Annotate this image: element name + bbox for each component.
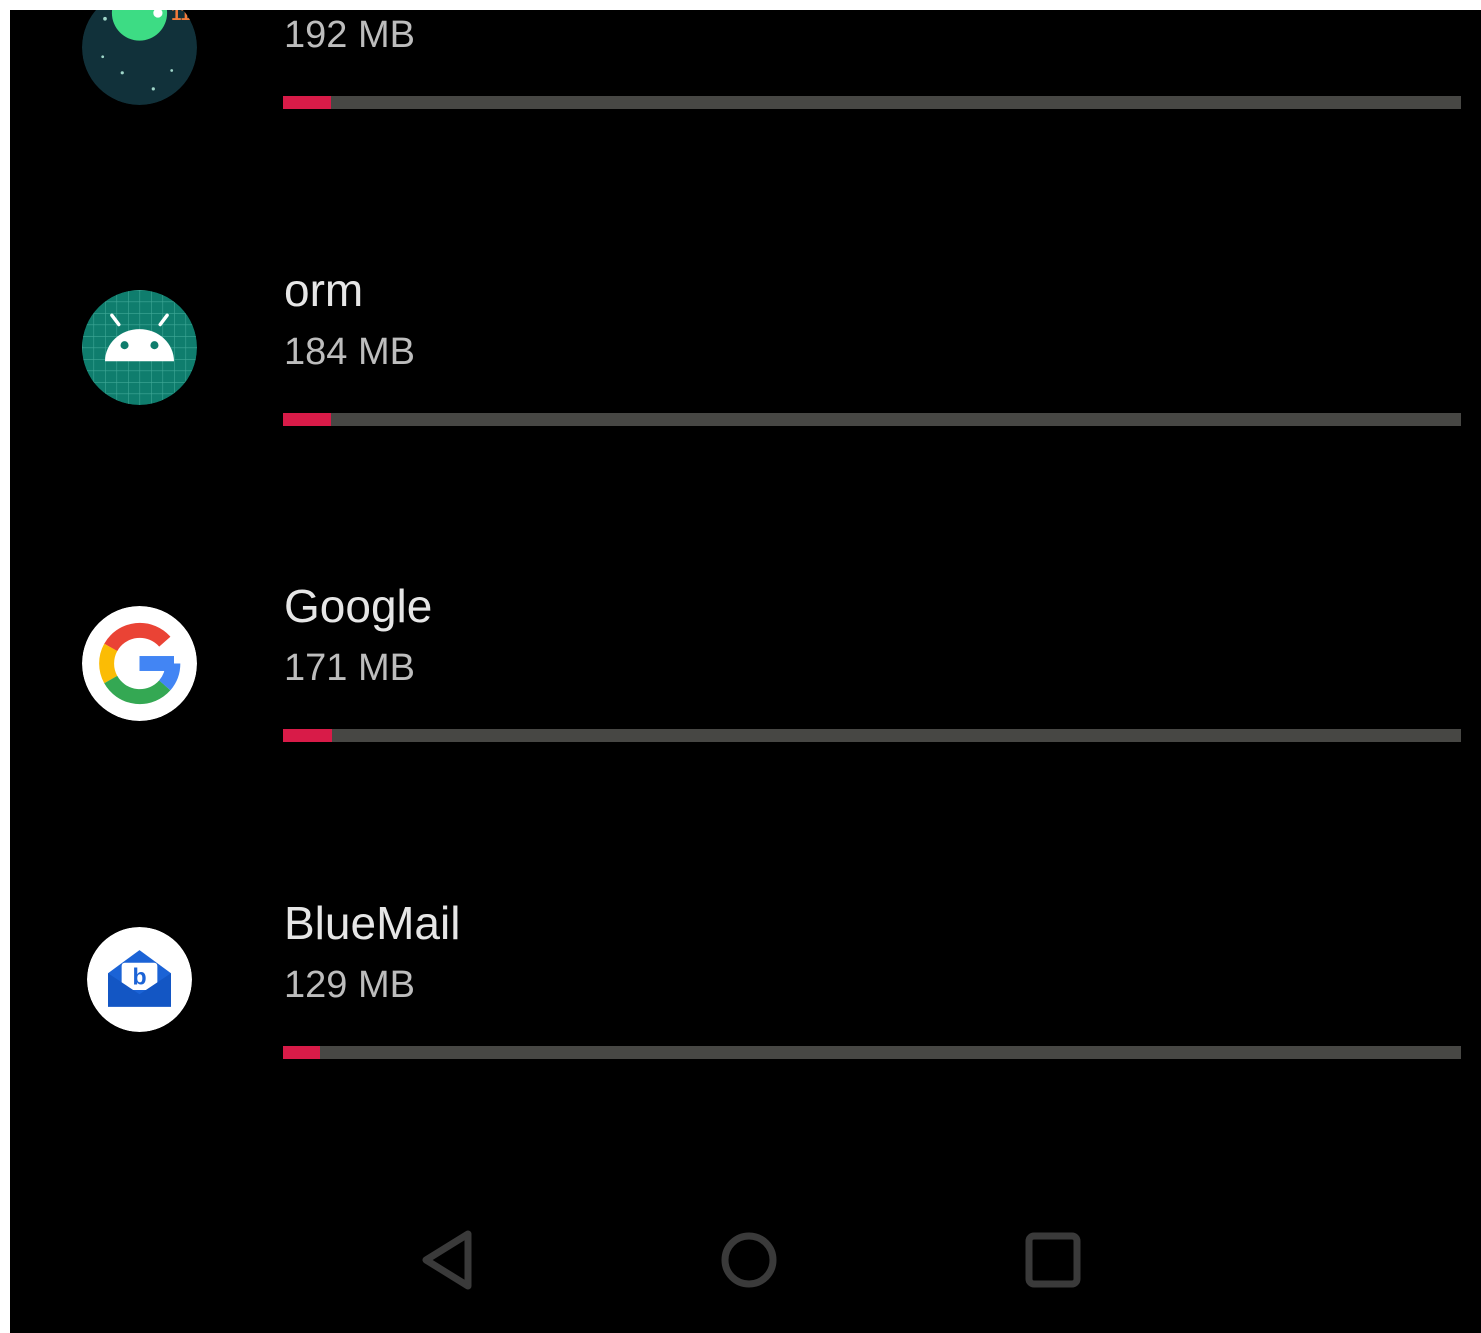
back-button[interactable] [408,1220,488,1300]
storage-usage-bar [283,1046,1461,1059]
app-list-item[interactable]: 11 192 MB [10,10,1481,109]
app-name: orm [284,264,364,316]
android-robot-icon [82,290,197,405]
home-circle-icon [721,1232,777,1288]
app-list-item[interactable]: b BlueMail 129 MB [10,820,1481,1136]
app-name: BlueMail [284,897,461,949]
app-size: 184 MB [284,331,415,373]
app-name: Google [284,580,433,632]
bluemail-badge: b [132,964,146,990]
home-button[interactable] [709,1220,789,1300]
storage-usage-fill [283,96,332,109]
recents-button[interactable] [1013,1220,1093,1300]
storage-usage-bar [283,413,1461,426]
app-list-item[interactable]: orm 184 MB [10,187,1481,503]
system-navigation-bar [10,1200,1481,1333]
google-g-icon [82,606,197,721]
android-11-badge: 11 [171,10,190,24]
back-triangle-icon [422,1230,472,1290]
app-size: 171 MB [284,647,415,689]
app-list-item[interactable]: Google 171 MB [10,503,1481,819]
storage-usage-fill [283,1046,320,1059]
app-size: 129 MB [284,964,415,1006]
android-11-icon: 11 [82,10,197,105]
storage-usage-fill [283,413,332,426]
bluemail-icon: b [87,927,192,1032]
recents-square-icon [1025,1232,1081,1288]
storage-usage-bar [283,729,1461,742]
storage-usage-bar [283,96,1461,109]
app-size: 192 MB [284,14,415,56]
app-storage-screen: 11 192 MB orm 184 MB Google 171 MB b Blu… [10,10,1481,1333]
storage-usage-fill [283,729,333,742]
